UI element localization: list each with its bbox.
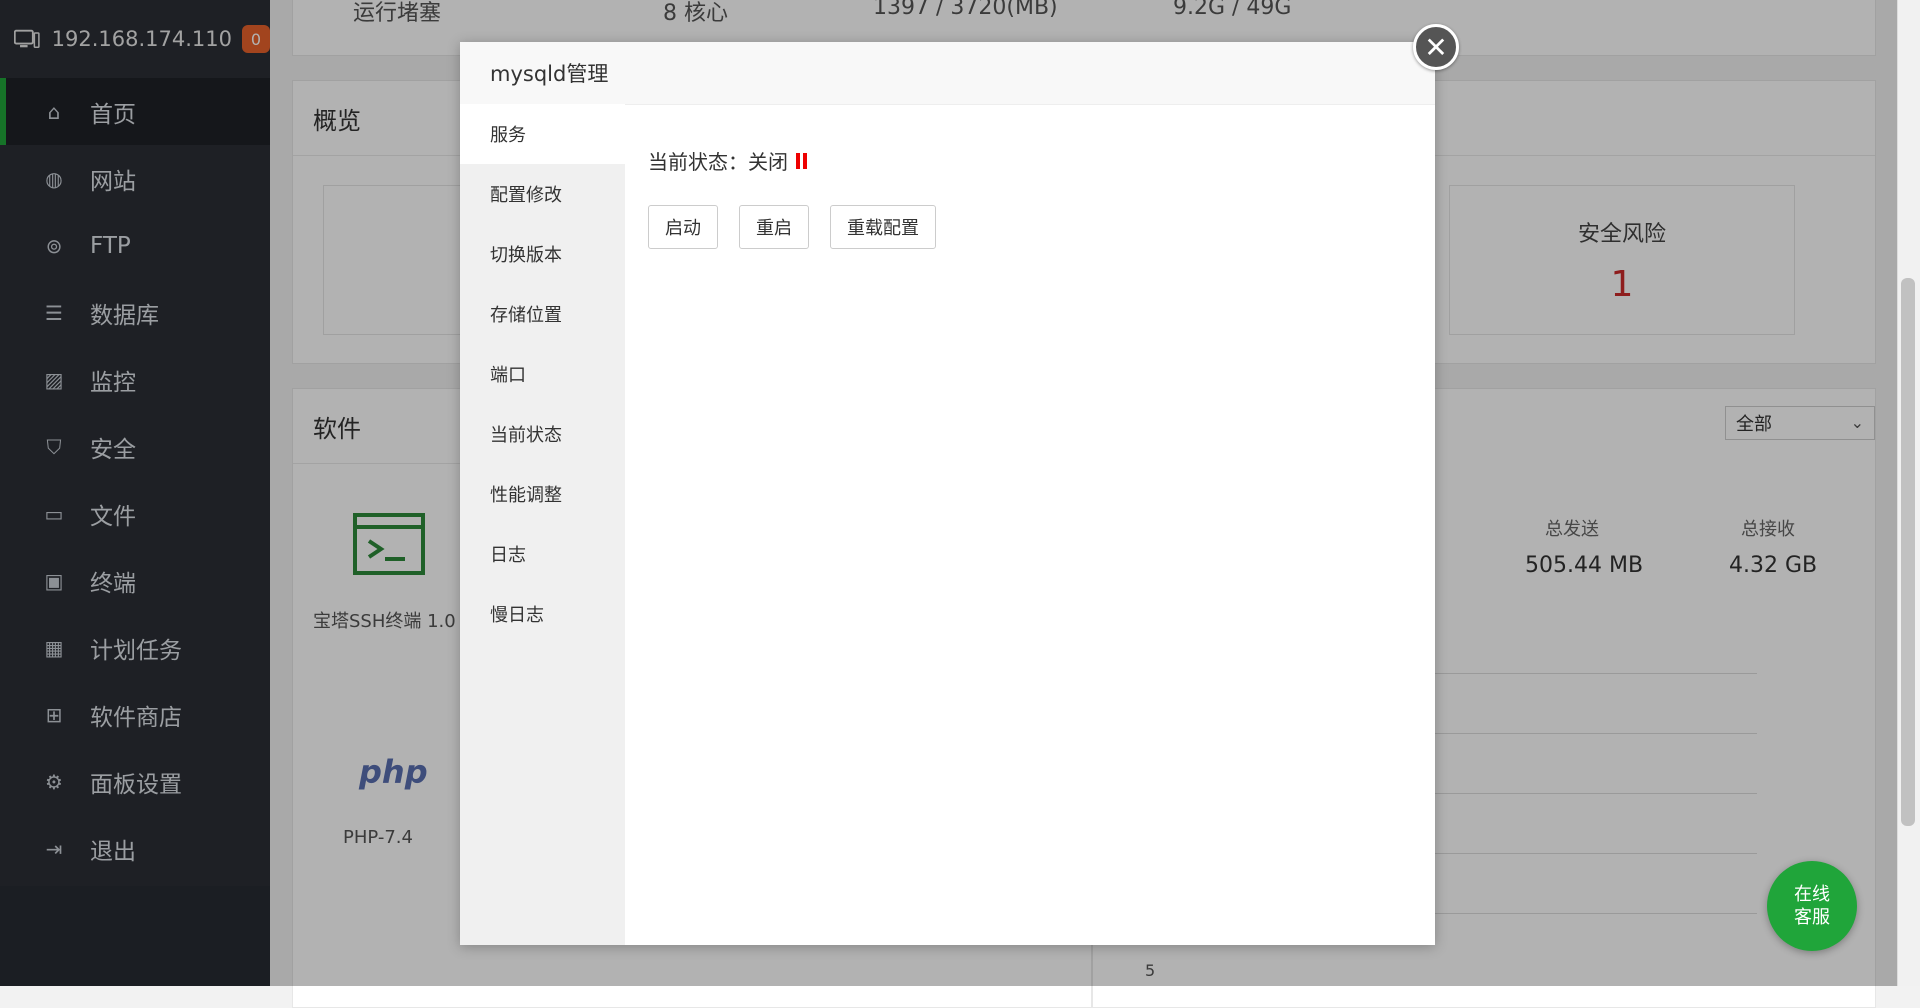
tab-current-status[interactable]: 当前状态 — [460, 404, 625, 464]
service-panel: 当前状态： 关闭 启动 重启 重载配置 — [625, 104, 1435, 945]
dialog-tab-list: 服务 配置修改 切换版本 存储位置 端口 当前状态 性能调整 日志 慢日志 — [460, 104, 625, 945]
tab-service[interactable]: 服务 — [460, 104, 625, 164]
tab-performance[interactable]: 性能调整 — [460, 464, 625, 524]
service-status: 当前状态： 关闭 — [648, 146, 808, 175]
mysqld-dialog: mysqld管理 服务 配置修改 切换版本 存储位置 端口 当前状态 性能调整 … — [460, 42, 1435, 945]
reload-config-button[interactable]: 重载配置 — [830, 205, 936, 249]
tab-slow-log[interactable]: 慢日志 — [460, 584, 625, 644]
stopped-pause-icon — [796, 152, 808, 169]
scrollbar-thumb[interactable] — [1901, 278, 1915, 826]
chat-label-line1: 在线 — [1794, 884, 1830, 905]
close-icon[interactable]: ✕ — [1413, 24, 1459, 70]
page-scrollbar[interactable] — [1897, 0, 1920, 986]
tab-storage-location[interactable]: 存储位置 — [460, 284, 625, 344]
online-support-button[interactable]: 在线 客服 — [1767, 861, 1857, 951]
tab-port[interactable]: 端口 — [460, 344, 625, 404]
start-button[interactable]: 启动 — [648, 205, 718, 249]
status-value: 关闭 — [748, 150, 788, 174]
tab-config[interactable]: 配置修改 — [460, 164, 625, 224]
tab-switch-version[interactable]: 切换版本 — [460, 224, 625, 284]
dialog-title: mysqld管理 — [460, 42, 1435, 105]
chat-label-line2: 客服 — [1794, 907, 1830, 928]
status-label: 当前状态： — [648, 150, 748, 174]
tab-log[interactable]: 日志 — [460, 524, 625, 584]
restart-button[interactable]: 重启 — [739, 205, 809, 249]
